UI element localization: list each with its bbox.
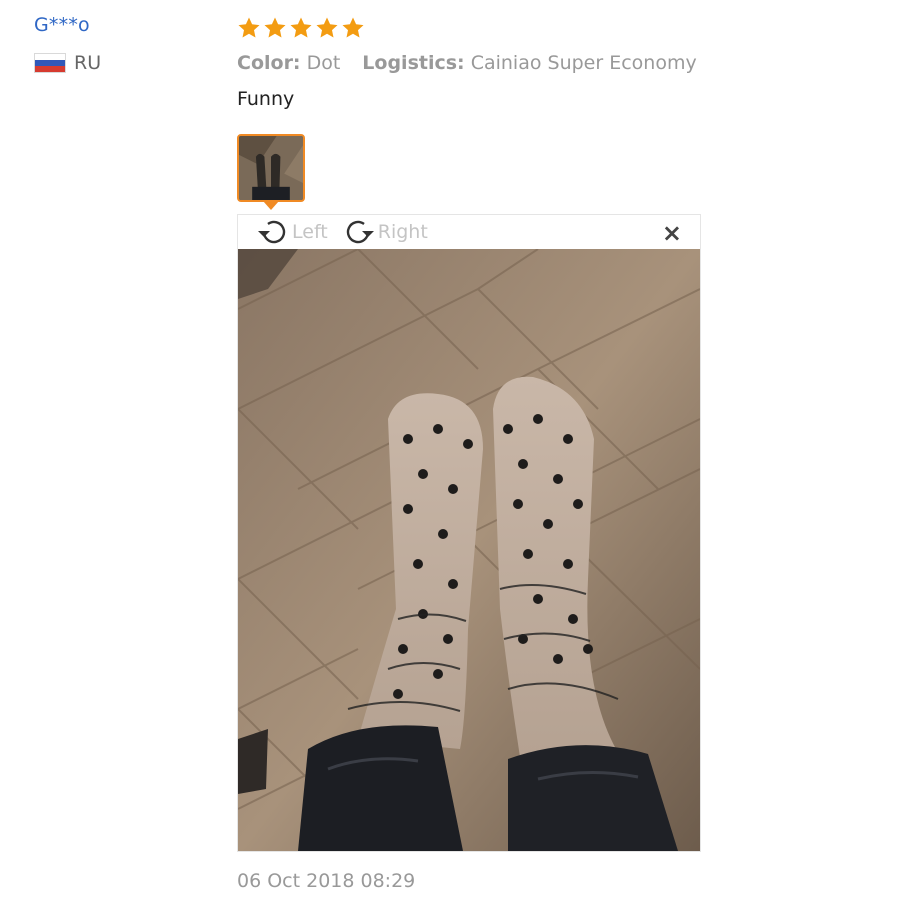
review-body: Color: Dot Logistics: Cainiao Super Econ… xyxy=(237,14,877,892)
rotate-right-button[interactable]: Right xyxy=(342,217,428,247)
color-label: Color: xyxy=(237,52,301,74)
reviewer-info: G***o RU xyxy=(34,14,214,74)
close-icon[interactable]: × xyxy=(662,221,682,245)
review-date: 06 Oct 2018 08:29 xyxy=(237,870,416,892)
logistics-attribute: Logistics: Cainiao Super Economy xyxy=(362,52,696,74)
reviewer-name[interactable]: G***o xyxy=(34,14,214,36)
star-icon xyxy=(315,16,339,40)
logistics-value: Cainiao Super Economy xyxy=(470,52,697,74)
star-icon xyxy=(263,16,287,40)
rotate-left-label: Left xyxy=(292,221,328,243)
country-code: RU xyxy=(74,52,102,74)
color-value: Dot xyxy=(306,52,341,74)
viewer-toolbar: Left Right × xyxy=(238,215,700,249)
color-attribute: Color: Dot xyxy=(237,52,340,74)
review-meta: Color: Dot Logistics: Cainiao Super Econ… xyxy=(237,52,877,74)
rotate-left-button[interactable]: Left xyxy=(256,217,328,247)
logistics-label: Logistics: xyxy=(362,52,465,74)
reviewer-country: RU xyxy=(34,52,214,74)
rotate-right-icon xyxy=(342,217,376,247)
star-icon xyxy=(237,16,261,40)
rotate-right-label: Right xyxy=(377,221,428,243)
thumbnail-pointer xyxy=(263,201,279,210)
review-photo-thumbnail[interactable] xyxy=(237,134,305,202)
star-rating xyxy=(237,14,877,42)
russia-flag-icon xyxy=(34,53,66,73)
review-text: Funny xyxy=(237,88,295,110)
photo-viewer: Left Right × xyxy=(237,214,701,852)
star-icon xyxy=(289,16,313,40)
star-icon xyxy=(341,16,365,40)
rotate-left-icon xyxy=(256,217,290,247)
review-photo xyxy=(238,249,700,851)
